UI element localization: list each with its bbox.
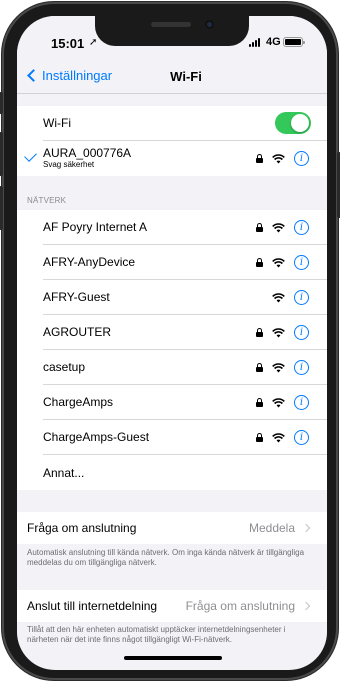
- info-icon[interactable]: i: [294, 151, 309, 166]
- lock-icon: [256, 154, 263, 163]
- location-arrow-icon: ➚: [89, 37, 98, 48]
- wifi-icon: [272, 362, 285, 372]
- status-time: 15:01: [51, 36, 85, 51]
- auto-join-hotspot-label: Anslut till internetdelning: [27, 599, 158, 613]
- volume-up-button: [0, 132, 3, 176]
- ask-to-join-value: Meddela: [248, 521, 295, 535]
- network-icons: i: [256, 385, 309, 420]
- battery-icon: [283, 37, 305, 47]
- info-icon[interactable]: i: [294, 290, 309, 305]
- auto-join-hotspot-value: Fråga om anslutning: [185, 599, 295, 613]
- lock-icon: [256, 363, 263, 372]
- wifi-icon: [272, 397, 285, 407]
- network-row[interactable]: AFRY-AnyDevice i: [43, 245, 327, 280]
- wifi-toggle[interactable]: [275, 112, 311, 134]
- ask-to-join-row[interactable]: Fråga om anslutning Meddela: [17, 512, 327, 544]
- auto-join-hotspot-value-wrap: Fråga om anslutning: [185, 590, 311, 622]
- networks-header: NÄTVERK: [27, 196, 67, 205]
- other-network-row[interactable]: Annat...: [43, 455, 327, 490]
- wifi-group: Wi-Fi AURA_000776A Svag säkerhet i: [17, 106, 327, 176]
- network-icons: i: [256, 245, 309, 280]
- wifi-icon: [272, 327, 285, 337]
- connected-network-icons: i: [256, 141, 309, 176]
- chevron-right-icon: [301, 601, 311, 611]
- ask-to-join-footnote: Automatisk anslutning till kända nätverk…: [27, 548, 305, 567]
- front-camera: [205, 20, 214, 29]
- lock-icon: [256, 258, 263, 267]
- networks-group: AF Poyry Internet A i AFRY-AnyDevice i A…: [17, 210, 327, 490]
- network-icons: i: [256, 350, 309, 385]
- wifi-toggle-row: Wi-Fi: [43, 106, 327, 141]
- ask-to-join-label: Fråga om anslutning: [27, 521, 137, 535]
- network-row[interactable]: ChargeAmps-Guest i: [43, 420, 327, 455]
- screen: 15:01 ➚ 4G Inställningar Wi-Fi Wi-Fi AUR…: [17, 16, 327, 670]
- speaker: [151, 22, 191, 27]
- checkmark-icon: [24, 149, 37, 162]
- lock-icon: [256, 433, 263, 442]
- info-icon[interactable]: i: [294, 220, 309, 235]
- network-icons: i: [272, 280, 309, 315]
- info-icon[interactable]: i: [294, 255, 309, 270]
- chevron-right-icon: [301, 523, 311, 533]
- wifi-icon: [272, 257, 285, 267]
- notch: [95, 16, 249, 46]
- other-network-label: Annat...: [43, 465, 85, 480]
- ask-to-join-value-wrap: Meddela: [248, 512, 311, 544]
- network-row[interactable]: casetup i: [43, 350, 327, 385]
- wifi-icon: [272, 432, 285, 442]
- auto-join-hotspot-footnote: Tillåt att den här enheten automatiskt u…: [27, 625, 286, 644]
- info-icon[interactable]: i: [294, 325, 309, 340]
- network-icons: i: [256, 315, 309, 350]
- network-row[interactable]: AF Poyry Internet A i: [43, 210, 327, 245]
- cellular-signal-icon: [249, 38, 260, 47]
- phone-frame: 15:01 ➚ 4G Inställningar Wi-Fi Wi-Fi AUR…: [0, 2, 340, 680]
- side-button: [0, 92, 3, 114]
- network-row[interactable]: ChargeAmps i: [43, 385, 327, 420]
- network-row[interactable]: AFRY-Guest i: [43, 280, 327, 315]
- lock-icon: [256, 328, 263, 337]
- page-title: Wi-Fi: [170, 69, 202, 84]
- toggle-knob: [291, 114, 309, 132]
- info-icon[interactable]: i: [294, 360, 309, 375]
- wifi-icon: [272, 292, 285, 302]
- navigation-bar: Inställningar Wi-Fi: [17, 60, 327, 94]
- lock-icon: [256, 398, 263, 407]
- lock-icon: [256, 223, 263, 232]
- wifi-icon: [272, 153, 285, 163]
- volume-down-button: [0, 186, 3, 230]
- wifi-icon: [272, 222, 285, 232]
- info-icon[interactable]: i: [294, 395, 309, 410]
- network-icons: i: [256, 420, 309, 455]
- network-icons: i: [256, 210, 309, 245]
- auto-join-hotspot-row[interactable]: Anslut till internetdelning Fråga om ans…: [17, 590, 327, 622]
- info-icon[interactable]: i: [294, 430, 309, 445]
- network-type: 4G: [266, 36, 281, 48]
- network-row[interactable]: AGROUTER i: [43, 315, 327, 350]
- home-indicator[interactable]: [124, 656, 222, 660]
- connected-network-row[interactable]: AURA_000776A Svag säkerhet i: [24, 141, 327, 176]
